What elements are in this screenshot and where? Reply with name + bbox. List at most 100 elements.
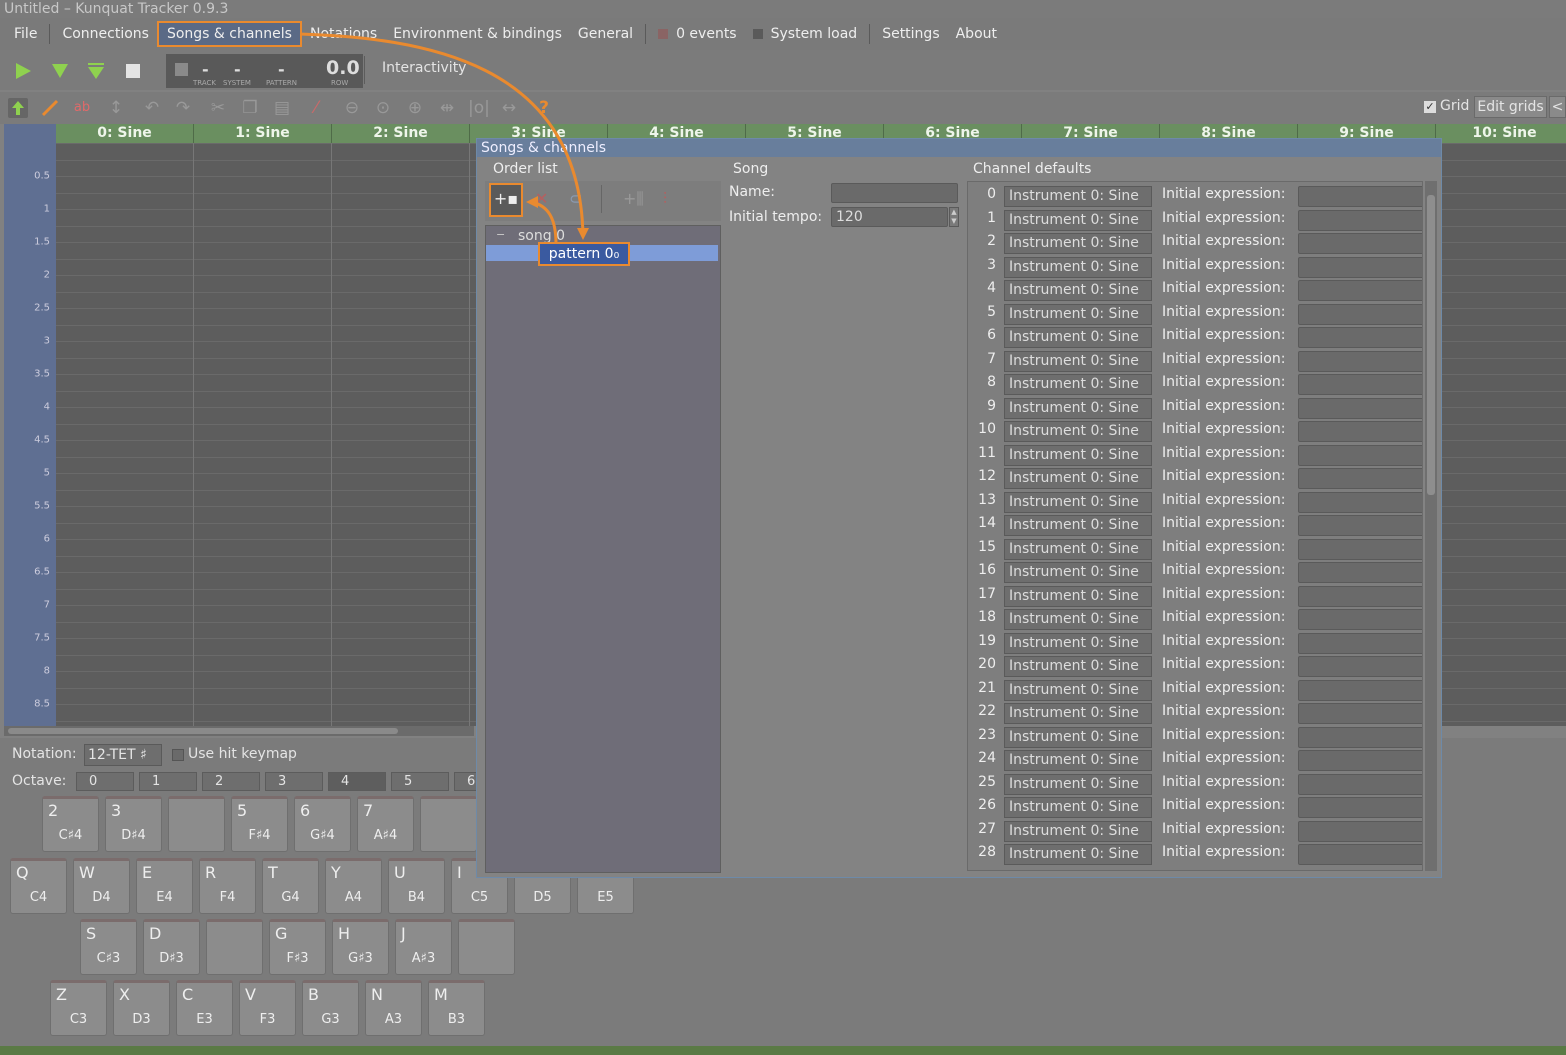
channel-instrument-select[interactable]: Instrument 0: Sine bbox=[1004, 773, 1152, 795]
channel-instrument-select[interactable]: Instrument 0: Sine bbox=[1004, 585, 1152, 607]
channel-instrument-select[interactable]: Instrument 0: Sine bbox=[1004, 421, 1152, 442]
channel-instrument-select[interactable]: Instrument 0: Sine bbox=[1004, 820, 1152, 842]
ruler[interactable]: 0.5 1 1.5 2 2.5 3 3.5 4 4.5 5 5.5 6 6.5 7 7.5 8 8.5 bbox=[4, 124, 56, 726]
initial-expression-input[interactable] bbox=[1298, 327, 1422, 348]
channel-instrument-select[interactable]: Instrument 0: Sine bbox=[1004, 327, 1152, 348]
reset-columns-icon[interactable]: |o| bbox=[468, 98, 490, 118]
menu-file[interactable]: File bbox=[6, 21, 45, 47]
channel-instrument-select[interactable]: Instrument 0: Sine bbox=[1004, 468, 1152, 489]
initial-expression-input[interactable] bbox=[1298, 656, 1422, 677]
scrollbar-thumb[interactable] bbox=[1427, 195, 1435, 495]
initial-expression-input[interactable] bbox=[1298, 491, 1422, 513]
note-key[interactable]: T G4 bbox=[262, 858, 319, 914]
menu-settings[interactable]: Settings bbox=[874, 21, 947, 47]
channel-instrument-select[interactable]: Instrument 0: Sine bbox=[1004, 491, 1152, 513]
initial-expression-input[interactable] bbox=[1298, 209, 1422, 231]
collapse-icon[interactable]: − bbox=[496, 228, 505, 241]
copy-icon[interactable]: ❐ bbox=[240, 98, 260, 118]
menu-environment-bindings[interactable]: Environment & bindings bbox=[385, 21, 570, 47]
initial-expression-input[interactable] bbox=[1298, 444, 1422, 466]
channel-instrument-select[interactable]: Instrument 0: Sine bbox=[1004, 209, 1152, 231]
channel-instrument-select[interactable]: Instrument 0: Sine bbox=[1004, 797, 1152, 818]
note-key[interactable]: S C♯3 bbox=[80, 919, 137, 975]
initial-expression-input[interactable] bbox=[1298, 468, 1422, 489]
channel-instrument-select[interactable]: Instrument 0: Sine bbox=[1004, 703, 1152, 724]
initial-expression-input[interactable] bbox=[1298, 679, 1422, 701]
initial-expression-input[interactable] bbox=[1298, 726, 1422, 748]
initial-expression-input[interactable] bbox=[1298, 562, 1422, 583]
edit-grids-button[interactable]: Edit grids bbox=[1474, 96, 1547, 118]
initial-tempo-input[interactable]: 120 bbox=[831, 207, 948, 227]
channel-instrument-select[interactable]: Instrument 0: Sine bbox=[1004, 444, 1152, 466]
channel-instrument-select[interactable]: Instrument 0: Sine bbox=[1004, 256, 1152, 278]
shrink-columns-icon[interactable]: ⇹ bbox=[437, 98, 457, 118]
tempo-spinner[interactable]: ▲ ▼ bbox=[949, 207, 959, 227]
note-key[interactable]: 6 G♯4 bbox=[294, 796, 351, 852]
grid-checkbox[interactable]: ✓ bbox=[1424, 101, 1436, 113]
add-song-icon[interactable]: +▪ bbox=[489, 183, 523, 217]
initial-expression-input[interactable] bbox=[1298, 397, 1422, 419]
initial-expression-input[interactable] bbox=[1298, 280, 1422, 301]
note-key[interactable]: C E3 bbox=[176, 980, 233, 1036]
note-key[interactable]: 2 C♯4 bbox=[42, 796, 99, 852]
toolbar-overflow-button[interactable]: < bbox=[1549, 96, 1566, 118]
octave-button[interactable]: 5 bbox=[391, 772, 449, 791]
play-icon[interactable] bbox=[14, 62, 32, 80]
pattern-item[interactable]: pattern 0₀ bbox=[538, 242, 630, 266]
reuse-icon[interactable]: ⊂ bbox=[569, 189, 582, 208]
menu-general[interactable]: General bbox=[570, 21, 641, 47]
channel-instrument-select[interactable]: Instrument 0: Sine bbox=[1004, 350, 1152, 372]
note-key[interactable]: B G3 bbox=[302, 980, 359, 1036]
note-key[interactable]: G F♯3 bbox=[269, 919, 326, 975]
initial-expression-input[interactable] bbox=[1298, 703, 1422, 724]
initial-expression-input[interactable] bbox=[1298, 820, 1422, 842]
initial-expression-input[interactable] bbox=[1298, 538, 1422, 560]
paste-icon[interactable]: ▤ bbox=[272, 98, 292, 118]
initial-expression-input[interactable] bbox=[1298, 585, 1422, 607]
octave-button[interactable]: 3 bbox=[265, 772, 323, 791]
menu-about[interactable]: About bbox=[948, 21, 1005, 47]
note-key[interactable]: Y A4 bbox=[325, 858, 382, 914]
column-header[interactable]: 1: Sine bbox=[194, 124, 332, 143]
channel-instrument-select[interactable]: Instrument 0: Sine bbox=[1004, 726, 1152, 748]
menu-events[interactable]: 0 events bbox=[650, 21, 745, 47]
note-key[interactable]: N A3 bbox=[365, 980, 422, 1036]
play-pattern-icon[interactable] bbox=[51, 62, 69, 80]
interactivity-button[interactable]: Interactivity bbox=[382, 60, 466, 76]
initial-expression-input[interactable] bbox=[1298, 797, 1422, 818]
note-key[interactable] bbox=[168, 796, 225, 852]
channel-instrument-select[interactable]: Instrument 0: Sine bbox=[1004, 186, 1152, 207]
note-key[interactable]: 5 F♯4 bbox=[231, 796, 288, 852]
initial-expression-input[interactable] bbox=[1298, 233, 1422, 254]
note-key[interactable]: Q C4 bbox=[10, 858, 67, 914]
initial-expression-input[interactable] bbox=[1298, 609, 1422, 630]
menu-system-load[interactable]: System load bbox=[745, 21, 866, 47]
initial-expression-input[interactable] bbox=[1298, 632, 1422, 654]
pencil-icon[interactable] bbox=[40, 98, 60, 118]
zoom-reset-icon[interactable]: ⊙ bbox=[373, 98, 393, 118]
channel-instrument-select[interactable]: Instrument 0: Sine bbox=[1004, 280, 1152, 301]
use-hit-keymap-checkbox[interactable] bbox=[172, 749, 184, 761]
zoom-in-icon[interactable]: ⊕ bbox=[405, 98, 425, 118]
scrollbar-thumb[interactable] bbox=[8, 728, 398, 734]
note-key[interactable] bbox=[458, 919, 515, 975]
menu-songs-channels[interactable]: Songs & channels bbox=[156, 21, 302, 47]
initial-expression-input[interactable] bbox=[1298, 256, 1422, 278]
note-key[interactable]: D D♯3 bbox=[143, 919, 200, 975]
channel-instrument-select[interactable]: Instrument 0: Sine bbox=[1004, 538, 1152, 560]
initial-expression-input[interactable] bbox=[1298, 186, 1422, 207]
channel-list-scrollbar[interactable] bbox=[1425, 181, 1437, 871]
channel-instrument-select[interactable]: Instrument 0: Sine bbox=[1004, 303, 1152, 325]
octave-button[interactable]: 6 bbox=[454, 772, 476, 791]
redo-icon[interactable]: ↷ bbox=[173, 98, 193, 118]
octave-button[interactable]: 1 bbox=[139, 772, 197, 791]
convert-icon[interactable]: ⁄ bbox=[306, 98, 326, 118]
initial-expression-input[interactable] bbox=[1298, 773, 1422, 795]
note-key[interactable]: U B4 bbox=[388, 858, 445, 914]
column-header[interactable]: 10: Sine bbox=[1436, 124, 1566, 143]
initial-expression-input[interactable] bbox=[1298, 515, 1422, 536]
channel-instrument-select[interactable]: Instrument 0: Sine bbox=[1004, 679, 1152, 701]
channel-instrument-select[interactable]: Instrument 0: Sine bbox=[1004, 374, 1152, 395]
notation-select[interactable]: 12-TET ♯ bbox=[84, 744, 162, 766]
note-key[interactable]: M B3 bbox=[428, 980, 485, 1036]
